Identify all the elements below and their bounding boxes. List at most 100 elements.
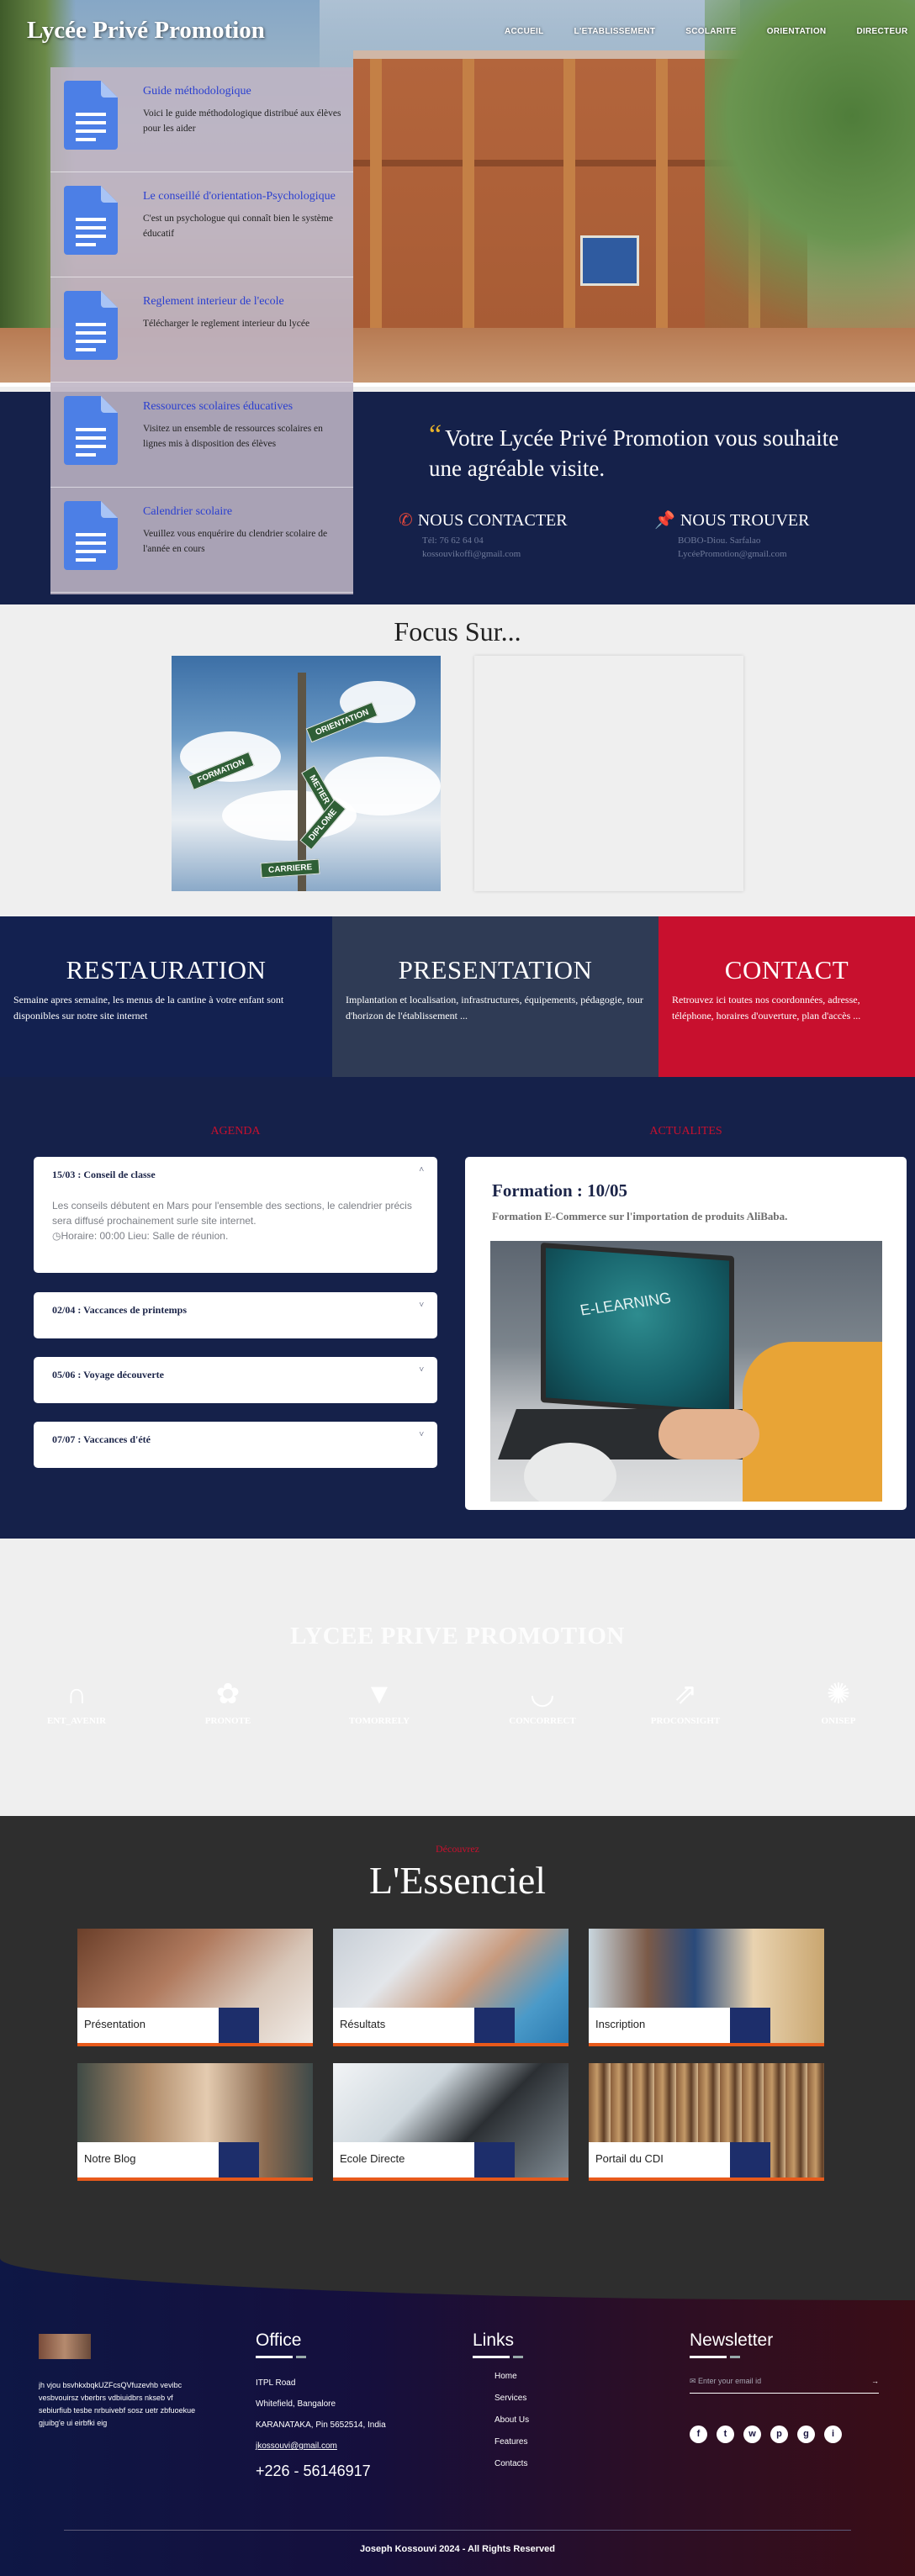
arrow-right-icon[interactable]: → bbox=[871, 2377, 879, 2386]
resource-title[interactable]: Reglement interieur de l'ecole bbox=[143, 294, 345, 309]
nav-directeur[interactable]: DIRECTEUR bbox=[856, 27, 907, 36]
partner-pronote[interactable]: ✿ PRONOTE bbox=[173, 1677, 283, 1726]
document-icon[interactable] bbox=[64, 291, 118, 360]
clock-icon: ◷ bbox=[52, 1230, 61, 1242]
instagram-icon[interactable]: i bbox=[824, 2426, 842, 2443]
tile-inscription[interactable]: Inscription bbox=[589, 1929, 824, 2046]
panel-text: Implantation et localisation, infrastruc… bbox=[346, 994, 643, 1021]
focus-title: Focus Sur... bbox=[394, 616, 521, 647]
contact-phone: Tél: 76 62 64 04 bbox=[422, 536, 484, 546]
mail-icon: ✉ bbox=[690, 2377, 699, 2385]
resource-item[interactable]: Le conseillé d'orientation-Psychologique… bbox=[50, 172, 353, 277]
github-icon[interactable]: g bbox=[797, 2426, 815, 2443]
sign-carriere: CARRIERE bbox=[260, 858, 320, 879]
document-icon[interactable] bbox=[64, 396, 118, 465]
panel-title: PRESENTATION bbox=[398, 955, 593, 984]
tile-ecole-directe[interactable]: Ecole Directe bbox=[333, 2063, 569, 2181]
panel-restauration[interactable]: RESTAURATION Semaine apres semaine, les … bbox=[0, 916, 332, 1077]
copyright: Joseph Kossouvi 2024 - All Rights Reserv… bbox=[64, 2530, 851, 2554]
agenda-item[interactable]: 05/06 : Voyage découverte ˅ bbox=[34, 1357, 437, 1403]
office-email[interactable]: jkossouvi@gmail.com bbox=[256, 2441, 386, 2451]
agenda-item-title: 15/03 : Conseil de classe bbox=[52, 1169, 156, 1180]
resource-title[interactable]: Le conseillé d'orientation-Psychologique bbox=[143, 189, 345, 204]
agenda-item-title: 02/04 : Vaccances de printemps bbox=[52, 1304, 187, 1316]
partner-ent-avenir[interactable]: ∩ ENT_AVENIR bbox=[22, 1677, 131, 1726]
document-icon[interactable] bbox=[64, 186, 118, 255]
welcome-quote: “Votre Lycée Privé Promotion vous souhai… bbox=[429, 420, 839, 481]
essenciel-title: L'Essenciel bbox=[368, 1859, 547, 1902]
focus-placeholder-card[interactable] bbox=[474, 656, 743, 891]
resource-desc: Voici le guide méthodologique distribué … bbox=[143, 108, 341, 134]
newsletter-email-field[interactable]: ✉ Enter your email id → bbox=[690, 2377, 879, 2394]
document-icon[interactable] bbox=[64, 501, 118, 570]
essenciel-kicker: Découvrez bbox=[436, 1843, 479, 1855]
nav-accueil[interactable]: ACCUEIL bbox=[505, 27, 544, 36]
footer-about: jh vjou bsvhkxbqkUZFcsQVfuzevhb vevibc v… bbox=[39, 2334, 207, 2429]
resource-title[interactable]: Ressources scolaires éducatives bbox=[143, 399, 345, 414]
facebook-icon[interactable]: f bbox=[690, 2426, 707, 2443]
site-title[interactable]: Lycée Privé Promotion bbox=[27, 17, 265, 45]
ent-avenir-icon: ∩ bbox=[66, 1679, 87, 1710]
agenda-item-body: Les conseils débutent en Mars pour l'ens… bbox=[52, 1200, 412, 1242]
partner-onisep[interactable]: ✺ ONISEP bbox=[784, 1677, 893, 1726]
agenda-item[interactable]: 07/07 : Vaccances d'été ˅ bbox=[34, 1422, 437, 1468]
partners-title: LYCEE PRIVE PROMOTION bbox=[290, 1623, 625, 1650]
actualite-card[interactable]: Formation : 10/05 Formation E-Commerce s… bbox=[465, 1157, 907, 1510]
agenda-item-title: 07/07 : Vaccances d'été bbox=[52, 1433, 151, 1445]
phone-icon: ✆ bbox=[399, 511, 413, 530]
pinterest-icon[interactable]: p bbox=[770, 2426, 788, 2443]
footer-link-features[interactable]: Features bbox=[495, 2437, 529, 2447]
footer-newsletter: Newsletter ✉ Enter your email id → f t w… bbox=[690, 2331, 879, 2443]
office-phone: +226 - 56146917 bbox=[256, 2463, 371, 2479]
agenda-item[interactable]: 02/04 : Vaccances de printemps ˅ bbox=[34, 1292, 437, 1338]
tile-resultats[interactable]: Résultats bbox=[333, 1929, 569, 2046]
location-title[interactable]: NOUS TROUVER bbox=[680, 511, 810, 530]
partner-proconsight[interactable]: ⇗ PROCONSIGHT bbox=[631, 1677, 740, 1726]
nav-scolarite[interactable]: SCOLARITE bbox=[685, 27, 736, 36]
panel-text: Retrouvez ici toutes nos coordonnées, ad… bbox=[672, 994, 861, 1021]
pin-icon: 📌 bbox=[654, 511, 675, 530]
panel-presentation[interactable]: PRESENTATION Implantation et localisatio… bbox=[332, 916, 658, 1077]
resource-item[interactable]: Reglement interieur de l'ecole Télécharge… bbox=[50, 277, 353, 383]
chevron-up-icon[interactable]: ˄ bbox=[419, 1165, 424, 1175]
chevron-down-icon[interactable]: ˅ bbox=[419, 1430, 424, 1439]
resource-title[interactable]: Calendrier scolaire bbox=[143, 504, 345, 520]
essenciel-section: Découvrez L'Essenciel Présentation Résul… bbox=[0, 1816, 915, 2258]
resource-title[interactable]: Guide méthodologique bbox=[143, 84, 345, 99]
actualite-subtitle: Formation E-Commerce sur l'importation d… bbox=[492, 1210, 788, 1222]
whatsapp-icon[interactable]: w bbox=[743, 2426, 761, 2443]
resource-desc: Visitez un ensemble de ressources scolai… bbox=[143, 423, 323, 449]
footer-link-services[interactable]: Services bbox=[495, 2394, 529, 2403]
tile-cdi[interactable]: Portail du CDI bbox=[589, 2063, 824, 2181]
footer-link-contacts[interactable]: Contacts bbox=[495, 2459, 529, 2468]
main-nav: ACCUEIL L'ETABLISSEMENT SCOLARITE ORIENT… bbox=[505, 27, 915, 36]
document-icon[interactable] bbox=[64, 81, 118, 150]
elearning-image: E-LEARNING bbox=[490, 1241, 882, 1502]
agenda-item-open[interactable]: 15/03 : Conseil de classe ˄ Les conseils… bbox=[34, 1157, 437, 1273]
resource-item[interactable]: Calendrier scolaire Veuillez vous enquéri… bbox=[50, 488, 353, 593]
newsletter-placeholder: Enter your email id bbox=[698, 2377, 762, 2385]
chevron-down-icon[interactable]: ˅ bbox=[419, 1301, 424, 1310]
partner-tomorrely[interactable]: ▼ TOMORRELY bbox=[325, 1677, 434, 1726]
footer-link-home[interactable]: Home bbox=[495, 2372, 529, 2381]
partner-concorrect[interactable]: ◡ CONCORRECT bbox=[488, 1677, 597, 1726]
nav-etablissement[interactable]: L'ETABLISSEMENT bbox=[574, 27, 656, 36]
office-title: Office bbox=[256, 2331, 302, 2350]
focus-signpost-image[interactable]: ORIENTATION FORMATION METIER DIPLOME CAR… bbox=[172, 656, 441, 891]
footer-link-about[interactable]: About Us bbox=[495, 2415, 529, 2425]
social-links: f t w p g i bbox=[690, 2426, 879, 2443]
resource-item[interactable]: Guide méthodologique Voici le guide métho… bbox=[50, 67, 353, 172]
newsletter-title: Newsletter bbox=[690, 2331, 774, 2350]
contact-title[interactable]: NOUS CONTACTER bbox=[418, 511, 568, 530]
contact-email[interactable]: kossouvikoffi@gmail.com bbox=[422, 549, 521, 559]
nav-orientation[interactable]: ORIENTATION bbox=[767, 27, 827, 36]
panel-contact[interactable]: CONTACT Retrouvez ici toutes nos coordon… bbox=[658, 916, 915, 1077]
panel-title: CONTACT bbox=[724, 955, 849, 984]
tile-blog[interactable]: Notre Blog bbox=[77, 2063, 313, 2181]
site-footer: jh vjou bsvhkxbqkUZFcsQVfuzevhb vevibc v… bbox=[0, 2258, 915, 2576]
twitter-icon[interactable]: t bbox=[717, 2426, 734, 2443]
tile-presentation[interactable]: Présentation bbox=[77, 1929, 313, 2046]
resource-item[interactable]: Ressources scolaires éducatives Visitez u… bbox=[50, 383, 353, 488]
location-email[interactable]: LycéePromotion@gmail.com bbox=[678, 549, 787, 559]
chevron-down-icon[interactable]: ˅ bbox=[419, 1365, 424, 1375]
